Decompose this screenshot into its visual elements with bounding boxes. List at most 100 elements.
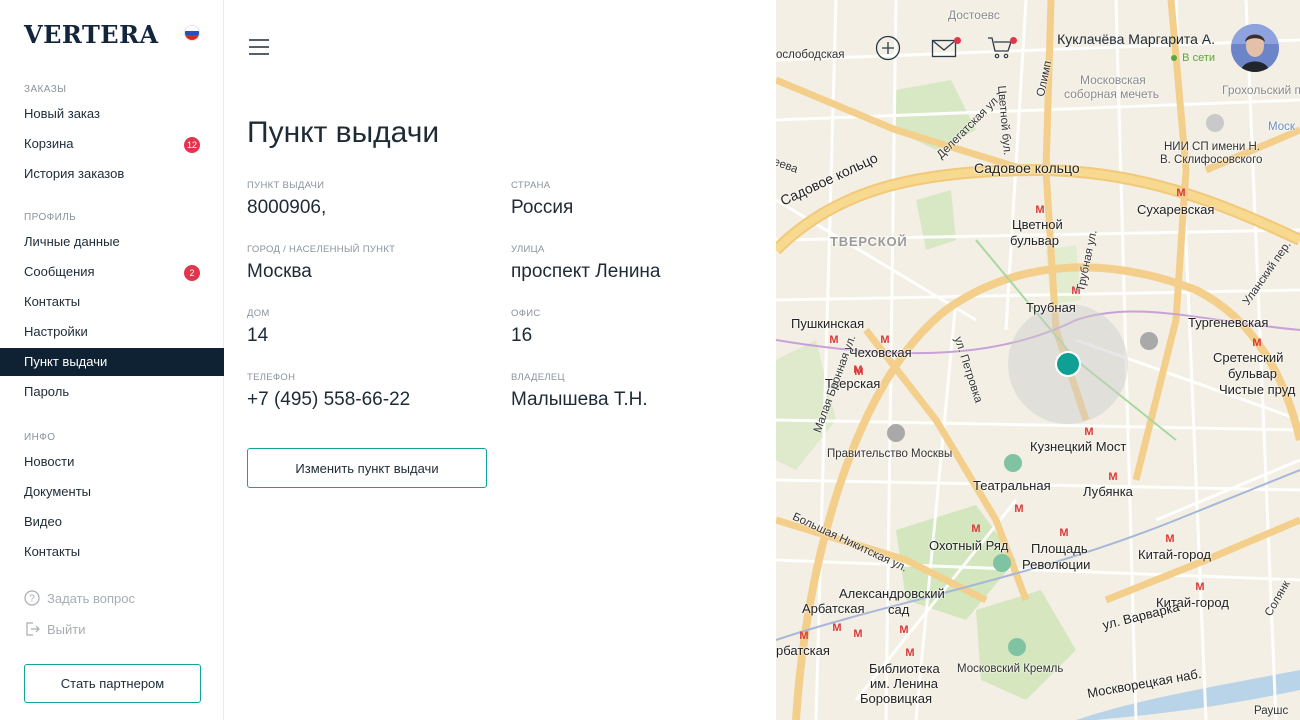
become-partner-button[interactable]: Стать партнером bbox=[24, 664, 201, 703]
field-value: Малышева Т.Н. bbox=[511, 389, 648, 410]
map-label: бульвар bbox=[1010, 233, 1059, 248]
add-plus-circle-icon[interactable] bbox=[875, 35, 901, 61]
field-value: Москва bbox=[247, 261, 312, 282]
sidebar-item-label: История заказов bbox=[24, 166, 125, 181]
svg-text:M: M bbox=[1195, 581, 1204, 593]
sidebar-item-contacts-profile[interactable]: Контакты bbox=[0, 288, 224, 316]
map-label: Чистые пруд bbox=[1219, 382, 1296, 397]
map-label: Грохольский пер. bbox=[1222, 83, 1300, 97]
field-label: ТЕЛЕФОН bbox=[247, 372, 296, 383]
field-pickup-point: ПУНКТ ВЫДАЧИ 8000906, bbox=[247, 180, 326, 219]
sidebar: VERTERA ЗАКАЗЫ Новый заказ Корзина 12 Ист… bbox=[0, 0, 224, 720]
question-circle-icon: ? bbox=[24, 590, 40, 606]
user-name[interactable]: Куклачёва Маргарита А. bbox=[1057, 31, 1215, 47]
sidebar-item-new-order[interactable]: Новый заказ bbox=[0, 100, 224, 128]
svg-text:M: M bbox=[1035, 204, 1044, 216]
sidebar-item-label: Контакты bbox=[24, 544, 81, 559]
hamburger-menu-icon[interactable] bbox=[249, 39, 269, 57]
sidebar-item-order-history[interactable]: История заказов bbox=[0, 160, 224, 188]
sidebar-item-label: Новый заказ bbox=[24, 106, 100, 121]
map-label: ТВЕРСКОЙ bbox=[830, 234, 908, 249]
map-label: Лубянка bbox=[1083, 484, 1133, 499]
field-value: проспект Ленина bbox=[511, 261, 661, 282]
ask-question-link[interactable]: ? Задать вопрос bbox=[24, 588, 135, 608]
map-label: Моск bbox=[1268, 121, 1295, 133]
field-office: ОФИС 16 bbox=[511, 308, 541, 347]
field-label: СТРАНА bbox=[511, 180, 551, 191]
section-title-orders: ЗАКАЗЫ bbox=[24, 84, 67, 95]
sidebar-item-cart[interactable]: Корзина 12 bbox=[0, 130, 224, 158]
field-label: ОФИС bbox=[511, 308, 541, 319]
sidebar-item-label: Видео bbox=[24, 514, 62, 529]
sidebar-item-label: Новости bbox=[24, 454, 75, 469]
map-label: Сухаревская bbox=[1137, 202, 1215, 217]
map-label: Раушс bbox=[1254, 705, 1289, 717]
map-label: им. Ленина bbox=[870, 676, 939, 691]
field-value: 14 bbox=[247, 325, 269, 346]
change-pickup-point-button[interactable]: Изменить пункт выдачи bbox=[247, 448, 487, 488]
map-label: Театральная bbox=[973, 478, 1051, 493]
field-city: ГОРОД / НАСЕЛЕННЫЙ ПУНКТ Москва bbox=[247, 244, 395, 283]
sidebar-item-label: Контакты bbox=[24, 294, 81, 309]
cart-count-badge: 12 bbox=[184, 137, 200, 153]
sidebar-item-password[interactable]: Пароль bbox=[0, 378, 224, 406]
sidebar-item-news[interactable]: Новости bbox=[0, 448, 224, 476]
avatar-image bbox=[1231, 24, 1279, 72]
field-owner: ВЛАДЕЛЕЦ Малышева Т.Н. bbox=[511, 372, 648, 411]
sidebar-item-settings[interactable]: Настройки bbox=[0, 318, 224, 346]
field-value: 8000906, bbox=[247, 197, 327, 218]
map[interactable]: MMM MMM MMM MMM MMM MMM MM ослободская Д… bbox=[776, 0, 1300, 720]
svg-text:M: M bbox=[829, 334, 838, 346]
language-flag-icon[interactable] bbox=[184, 25, 200, 41]
field-country: СТРАНА Россия bbox=[511, 180, 573, 219]
sidebar-item-label: Пункт выдачи bbox=[24, 354, 108, 369]
map-label: Тургеневская bbox=[1188, 315, 1269, 330]
logout-label: Выйти bbox=[47, 621, 86, 637]
page-title: Пункт выдачи bbox=[247, 116, 440, 149]
logo[interactable]: VERTERA bbox=[24, 20, 159, 49]
map-label: Трубная bbox=[1026, 300, 1076, 315]
user-status: В сети bbox=[1171, 52, 1215, 64]
map-label: рбатская bbox=[776, 643, 830, 658]
map-label: сад bbox=[888, 602, 910, 617]
cart-notification-dot bbox=[1010, 37, 1017, 44]
map-label: Чеховская bbox=[849, 345, 912, 360]
sidebar-item-contacts-info[interactable]: Контакты bbox=[0, 538, 224, 566]
map-label: Московская bbox=[1080, 73, 1146, 87]
user-status-label: В сети bbox=[1182, 52, 1215, 64]
field-label: УЛИЦА bbox=[511, 244, 545, 255]
svg-text:M: M bbox=[1014, 503, 1023, 515]
avatar[interactable] bbox=[1231, 24, 1279, 72]
map-label: Арбатская bbox=[802, 601, 865, 616]
map-label: Пушкинская bbox=[791, 316, 865, 331]
sidebar-item-messages[interactable]: Сообщения 2 bbox=[0, 258, 224, 286]
sidebar-item-video[interactable]: Видео bbox=[0, 508, 224, 536]
field-value: 16 bbox=[511, 325, 533, 346]
field-label: ВЛАДЕЛЕЦ bbox=[511, 372, 565, 383]
field-label: ДОМ bbox=[247, 308, 270, 319]
map-label: Кузнецкий Мост bbox=[1030, 439, 1127, 454]
sidebar-item-label: Настройки bbox=[24, 324, 88, 339]
map-label: соборная мечеть bbox=[1064, 87, 1159, 101]
map-label: Правительство Москвы bbox=[827, 448, 953, 460]
field-phone: ТЕЛЕФОН +7 (495) 558-66-22 bbox=[247, 372, 410, 411]
map-label: бульвар bbox=[1228, 366, 1277, 381]
svg-text:M: M bbox=[1108, 471, 1117, 483]
svg-text:M: M bbox=[1165, 533, 1174, 545]
svg-text:M: M bbox=[899, 624, 908, 636]
map-label: Охотный Ряд bbox=[929, 538, 1009, 553]
sidebar-item-documents[interactable]: Документы bbox=[0, 478, 224, 506]
sidebar-item-label: Пароль bbox=[24, 384, 70, 399]
map-label: ослободская bbox=[776, 49, 845, 61]
map-label: Боровицкая bbox=[860, 691, 933, 706]
map-label: Цветной bbox=[1012, 217, 1063, 232]
field-house: ДОМ 14 bbox=[247, 308, 270, 347]
sidebar-item-personal-data[interactable]: Личные данные bbox=[0, 228, 224, 256]
logout-link[interactable]: Выйти bbox=[24, 619, 86, 639]
svg-text:M: M bbox=[1252, 337, 1261, 349]
logout-icon bbox=[26, 622, 40, 636]
svg-text:M: M bbox=[799, 630, 808, 642]
sidebar-item-pickup-point[interactable]: Пункт выдачи bbox=[0, 348, 224, 376]
section-title-profile: ПРОФИЛЬ bbox=[24, 212, 77, 223]
svg-text:?: ? bbox=[29, 594, 35, 605]
